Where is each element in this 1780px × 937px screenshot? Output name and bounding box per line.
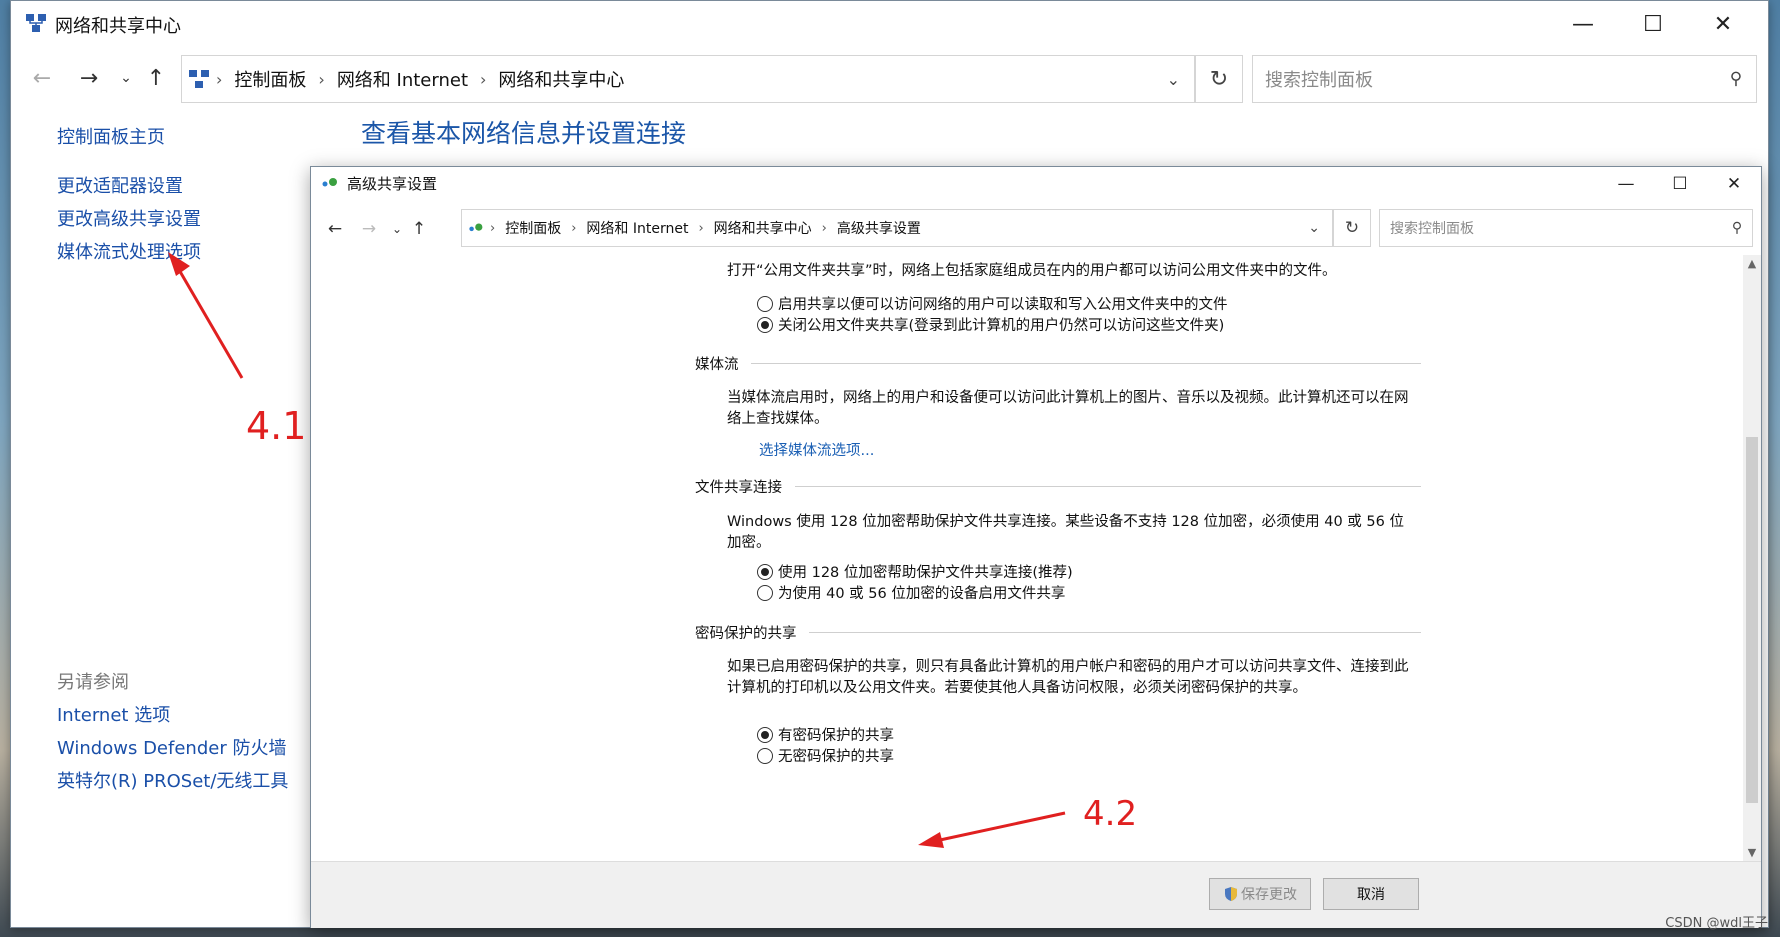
annotation-label-1: 4.1 — [246, 404, 307, 448]
annotation-label-2: 4.2 — [1083, 794, 1138, 834]
arrow-head-icon — [918, 832, 944, 848]
annotation-overlay — [168, 252, 1066, 848]
arrow-head-icon — [168, 252, 190, 276]
annotation-arrow-1 — [176, 267, 244, 379]
watermark: CSDN @wdl王子 — [1665, 916, 1768, 931]
annotation-arrow-2 — [939, 811, 1066, 842]
